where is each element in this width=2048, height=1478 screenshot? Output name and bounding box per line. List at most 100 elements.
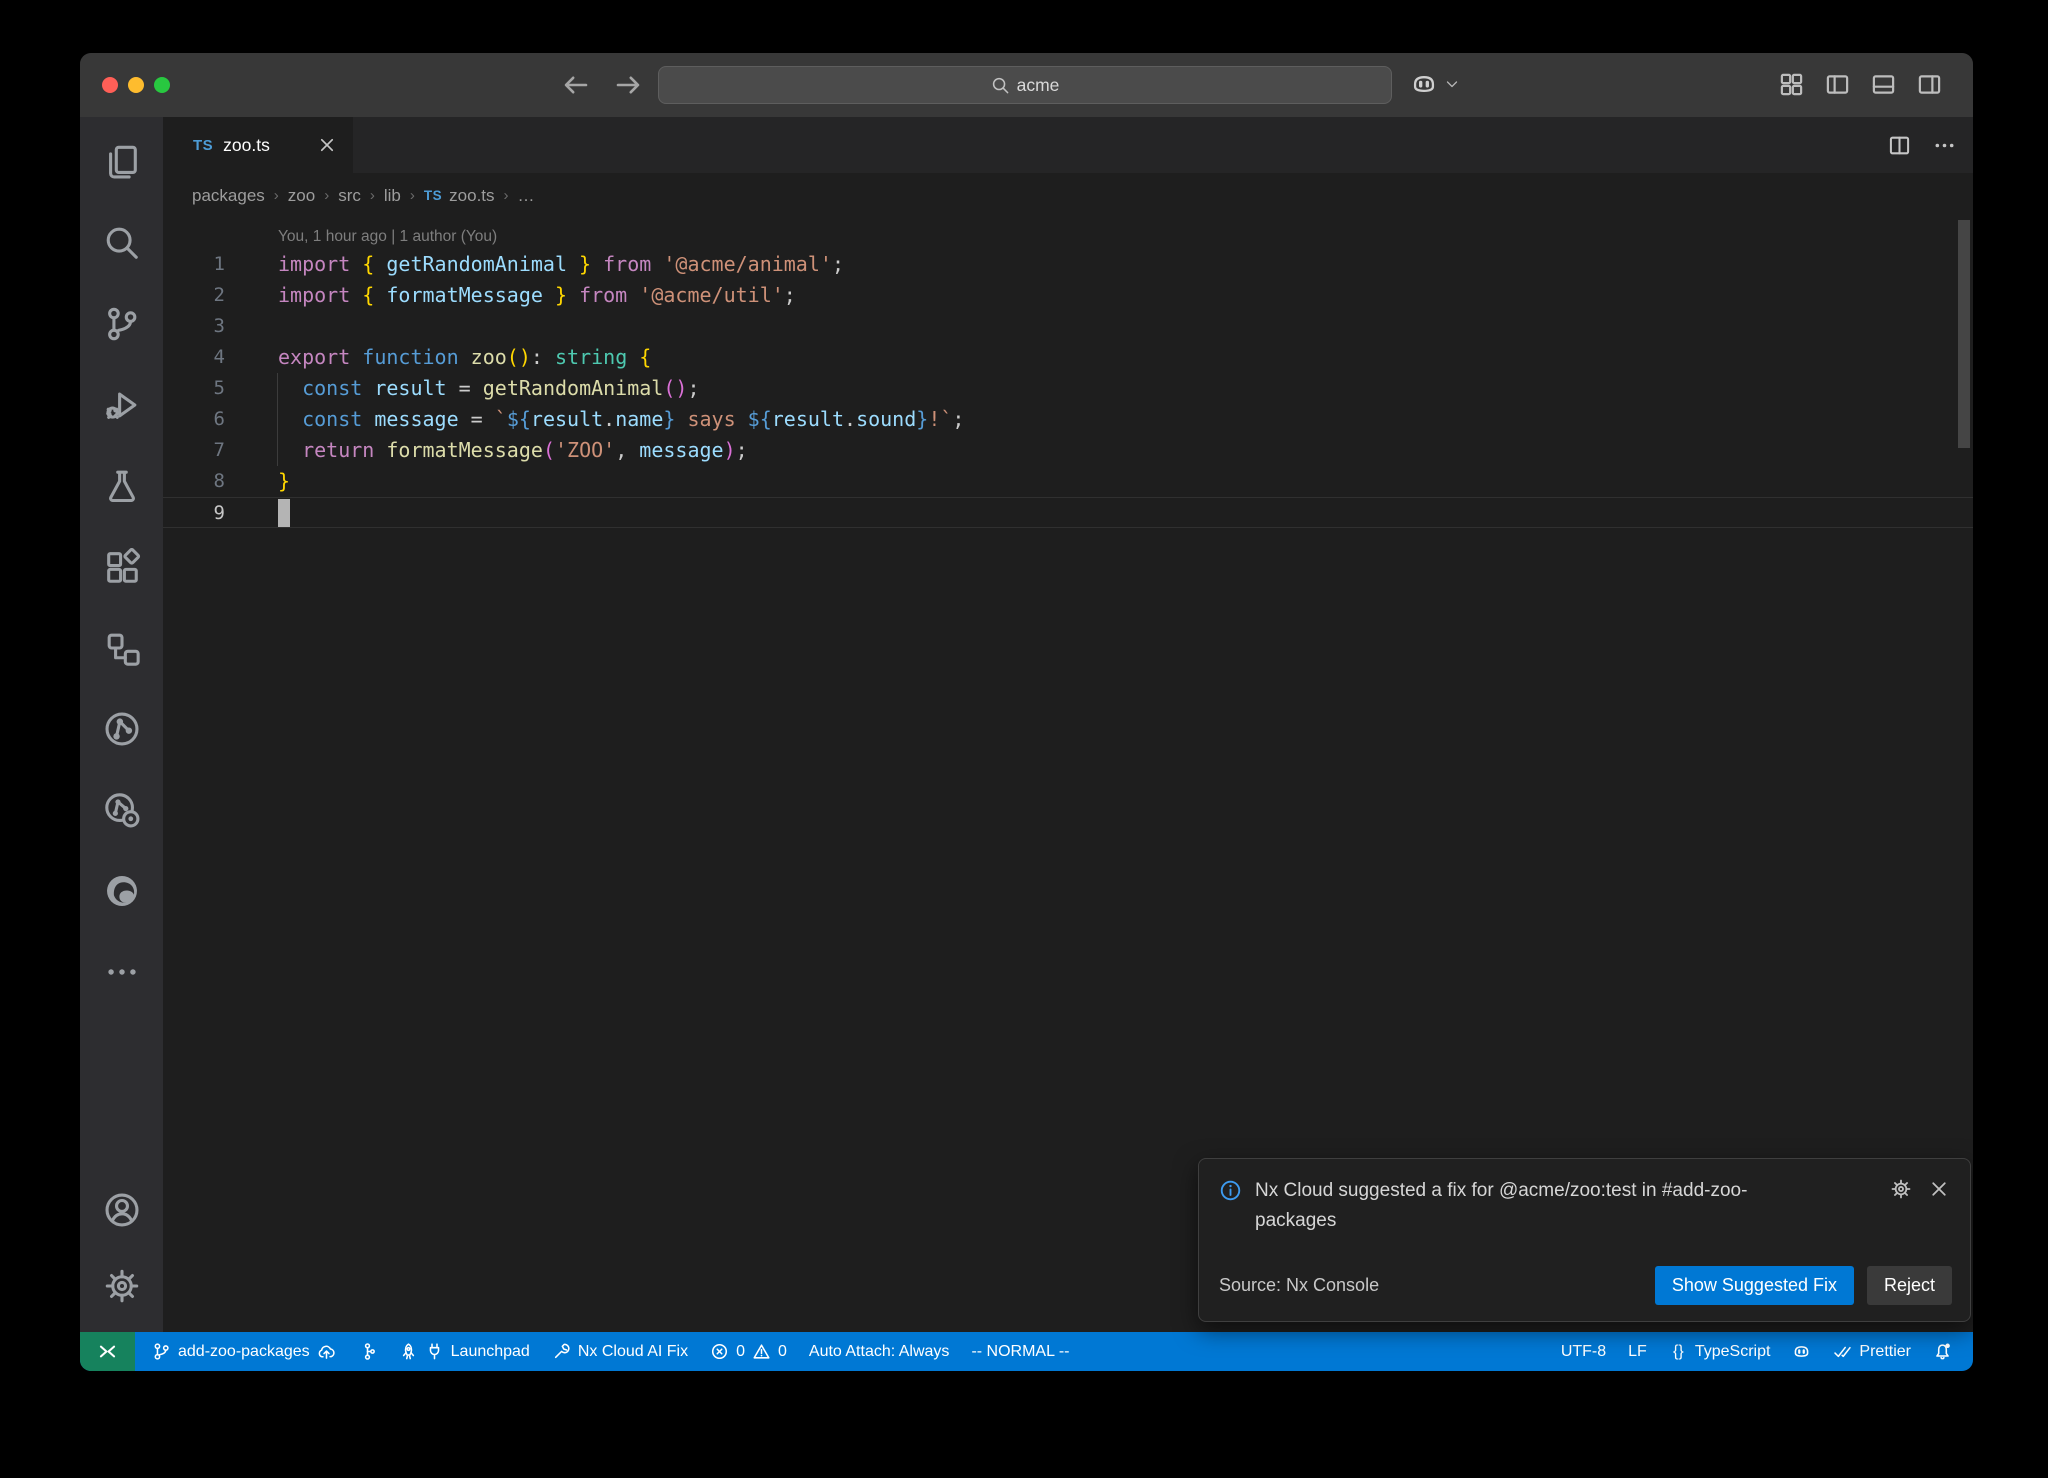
status-problems-label: 0 — [778, 1343, 787, 1361]
status-encoding[interactable]: UTF-8 — [1550, 1332, 1617, 1371]
status-launchpad-label: Launchpad — [451, 1343, 530, 1361]
breadcrumb: packages›zoo›src›lib›TSzoo.ts›… — [163, 173, 1973, 218]
edge-icon — [103, 872, 141, 910]
typescript-file-icon: TS — [424, 188, 442, 203]
wrench-icon — [552, 1342, 571, 1361]
activity-bar-item-extensions[interactable] — [80, 526, 163, 607]
reject-button[interactable]: Reject — [1867, 1266, 1952, 1305]
nx-project-icon — [103, 629, 141, 667]
status-vim-mode[interactable]: -- NORMAL -- — [960, 1332, 1080, 1371]
minimize-button[interactable] — [128, 77, 144, 93]
cloud-upload-icon — [317, 1342, 336, 1361]
info-icon — [1219, 1179, 1242, 1202]
check-double-icon — [1833, 1342, 1852, 1361]
code-text: export function zoo(): string { — [233, 342, 651, 373]
command-center-search[interactable]: acme — [658, 66, 1392, 104]
rocket-icon — [399, 1342, 418, 1361]
status-git-branch[interactable]: add-zoo-packages — [141, 1332, 347, 1371]
code-text: const result = getRandomAnimal(); — [233, 373, 700, 404]
code-text: } — [233, 466, 290, 497]
code-text — [233, 498, 290, 527]
zoom-button[interactable] — [154, 77, 170, 93]
activity-bar-item-nx-console[interactable] — [80, 688, 163, 769]
show-suggested-fix-button[interactable]: Show Suggested Fix — [1655, 1266, 1854, 1305]
line-number: 3 — [163, 311, 233, 342]
search-icon — [103, 224, 141, 262]
files-icon — [103, 143, 141, 181]
nx-cloud-icon — [103, 791, 141, 829]
activity-bar-item-more[interactable] — [80, 931, 163, 1012]
ellipsis-icon[interactable] — [1932, 133, 1957, 158]
status-vim-mode-label: -- NORMAL -- — [971, 1343, 1069, 1361]
status-problems[interactable]: 00 — [699, 1332, 798, 1371]
line-number: 1 — [163, 249, 233, 280]
breadcrumb-more[interactable]: … — [518, 186, 535, 206]
status-bar: add-zoo-packages Launchpad Nx Cloud AI Fix… — [80, 1332, 1973, 1371]
activity-bar-item-settings-gear[interactable] — [80, 1248, 163, 1324]
error-icon — [710, 1342, 729, 1361]
status-nx-cloud-ai-fix-label: Nx Cloud AI Fix — [578, 1343, 688, 1361]
activity-bar-item-beaker[interactable] — [80, 445, 163, 526]
panel-left-icon[interactable] — [1824, 71, 1851, 98]
status-launchpad[interactable]: Launchpad — [388, 1332, 541, 1371]
breadcrumb-item[interactable]: packages — [192, 186, 265, 206]
gear-icon[interactable] — [1890, 1178, 1912, 1200]
code-text: import { formatMessage } from '@acme/uti… — [233, 280, 796, 311]
breadcrumb-separator: › — [274, 187, 279, 204]
status-auto-attach[interactable]: Auto Attach: Always — [798, 1332, 961, 1371]
breadcrumb-separator: › — [410, 187, 415, 204]
code-line: 6 const message = `${result.name} says $… — [163, 404, 1973, 435]
copilot-icon[interactable] — [1410, 70, 1438, 98]
editor-cursor — [278, 499, 290, 527]
extensions-icon — [103, 548, 141, 586]
activity-bar-item-files[interactable] — [80, 121, 163, 202]
forward-arrow-icon[interactable] — [612, 69, 644, 101]
status-language-mode[interactable]: {}TypeScript — [1658, 1332, 1782, 1371]
activity-bar-item-search[interactable] — [80, 202, 163, 283]
breadcrumb-file[interactable]: TSzoo.ts — [424, 186, 495, 206]
close-button[interactable] — [102, 77, 118, 93]
debug-icon — [103, 386, 141, 424]
status-remote-indicator[interactable] — [80, 1332, 135, 1371]
activity-bar-item-edge[interactable] — [80, 850, 163, 931]
activity-bar-item-nx-project[interactable] — [80, 607, 163, 688]
split-editor-icon[interactable] — [1887, 133, 1912, 158]
breadcrumb-item[interactable]: lib — [384, 186, 401, 206]
close-icon[interactable] — [317, 135, 337, 155]
code-text: import { getRandomAnimal } from '@acme/a… — [233, 249, 844, 280]
plug-icon — [425, 1342, 444, 1361]
notification-source: Source: Nx Console — [1219, 1275, 1379, 1296]
status-notifications-bell[interactable] — [1922, 1332, 1963, 1371]
panel-right-icon[interactable] — [1916, 71, 1943, 98]
code-line: 9 — [163, 497, 1973, 528]
activity-bar-item-nx-cloud[interactable] — [80, 769, 163, 850]
git-blame-lens[interactable]: You, 1 hour ago | 1 author (You) — [278, 224, 1973, 249]
code-text: const message = `${result.name} says ${r… — [233, 404, 964, 435]
status-pipeline[interactable] — [347, 1332, 388, 1371]
status-nx-cloud-ai-fix[interactable]: Nx Cloud AI Fix — [541, 1332, 699, 1371]
editor-scrollbar[interactable] — [1958, 220, 1970, 448]
activity-bar-item-debug[interactable] — [80, 364, 163, 445]
activity-bar-item-source-control[interactable] — [80, 283, 163, 364]
status-formatter-label: Prettier — [1859, 1343, 1911, 1361]
code-line: 7 return formatMessage('ZOO', message); — [163, 435, 1973, 466]
close-icon[interactable] — [1928, 1178, 1950, 1200]
line-number: 6 — [163, 404, 233, 435]
breadcrumb-item[interactable]: src — [338, 186, 361, 206]
tab-zoo-ts[interactable]: TS zoo.ts — [163, 117, 354, 173]
activity-bar-item-account[interactable] — [80, 1172, 163, 1248]
traffic-lights — [102, 77, 170, 93]
status-formatter[interactable]: Prettier — [1822, 1332, 1922, 1371]
chevron-down-icon[interactable] — [1444, 76, 1460, 92]
notification-toast: Nx Cloud suggested a fix for @acme/zoo:t… — [1198, 1158, 1971, 1322]
line-number: 9 — [163, 498, 233, 527]
line-number: 8 — [163, 466, 233, 497]
layout-grid-icon[interactable] — [1778, 71, 1805, 98]
breadcrumb-item[interactable]: zoo — [288, 186, 315, 206]
panel-bottom-icon[interactable] — [1870, 71, 1897, 98]
status-eol-label: LF — [1628, 1343, 1647, 1361]
breadcrumb-separator: › — [370, 187, 375, 204]
back-arrow-icon[interactable] — [560, 69, 592, 101]
status-eol[interactable]: LF — [1617, 1332, 1658, 1371]
status-copilot-status[interactable] — [1781, 1332, 1822, 1371]
